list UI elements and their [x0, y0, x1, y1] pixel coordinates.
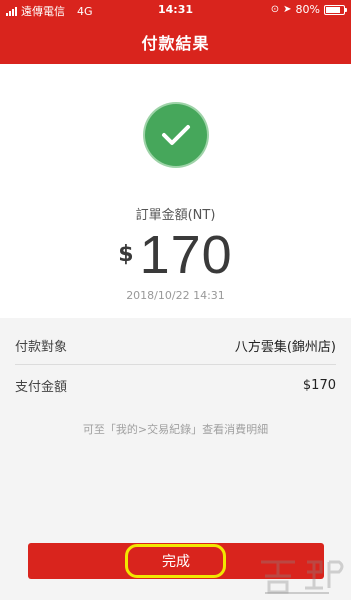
location-icon: ➤ — [283, 4, 292, 15]
detail-row-amount: 支付金額 $170 — [15, 366, 336, 404]
amount-value: 170 — [139, 225, 233, 285]
done-button-label: 完成 — [162, 554, 190, 570]
transaction-hint: 可至「我的>交易紀錄」查看消費明細 — [82, 423, 269, 436]
amount-label: 訂單金額(NT) — [135, 208, 216, 223]
amount-display: $170 — [0, 224, 351, 286]
currency-symbol: $ — [118, 242, 134, 267]
battery-percent: 80% — [295, 3, 320, 16]
result-panel: 訂單金額(NT) $170 2018/10/22 14:31 — [0, 64, 351, 318]
nav-bar: 付款結果 — [0, 20, 351, 64]
status-bar: 遠傳電信 4G 14:31 ⊙ ➤ 80% — [0, 0, 351, 20]
detail-label: 付款對象 — [15, 339, 68, 355]
divider — [15, 364, 336, 365]
check-icon — [162, 125, 190, 145]
success-badge — [145, 104, 207, 166]
detail-label: 支付金額 — [15, 379, 68, 395]
page-title: 付款結果 — [141, 34, 210, 53]
rotation-lock-icon: ⊙ — [270, 4, 280, 15]
detail-row-payee: 付款對象 八方雲集(錦州店) — [15, 326, 336, 364]
status-right: ⊙ ➤ 80% — [270, 3, 347, 16]
detail-value: $170 — [302, 377, 336, 393]
transaction-datetime: 2018/10/22 14:31 — [126, 289, 225, 302]
battery-icon — [324, 4, 347, 15]
battery-fill — [326, 6, 340, 13]
detail-value: 八方雲集(錦州店) — [234, 339, 336, 355]
done-button[interactable]: 完成 — [28, 543, 324, 579]
